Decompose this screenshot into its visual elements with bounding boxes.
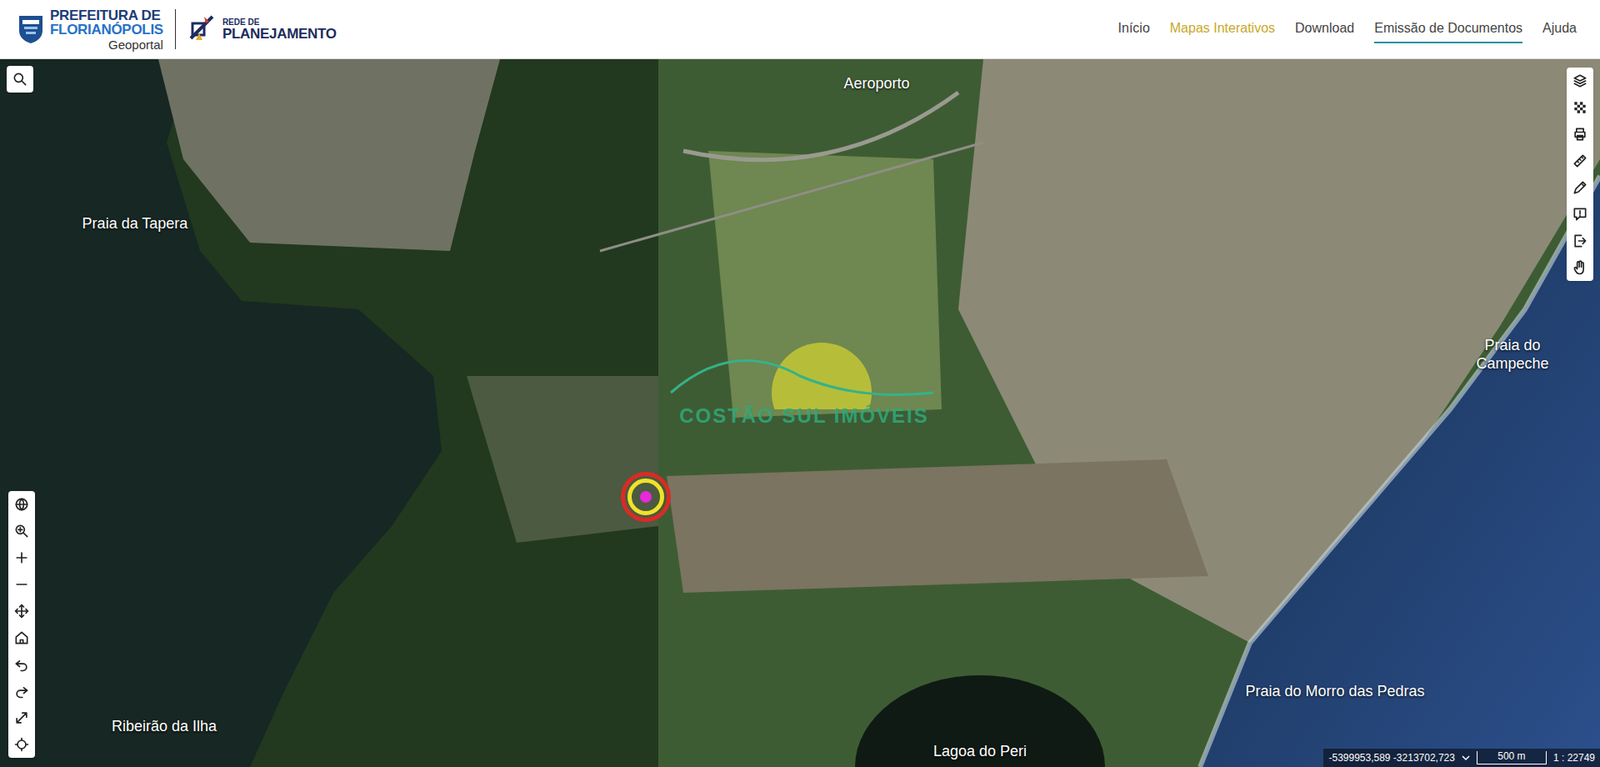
undo-icon xyxy=(13,655,30,673)
right-toolbar xyxy=(1566,67,1594,281)
location-marker[interactable] xyxy=(620,471,671,522)
prefeitura-text: PREFEITURA DEFLORIANÓPOLISGeoportal xyxy=(50,8,164,51)
caret-down-icon xyxy=(1461,754,1470,761)
pan-icon xyxy=(13,602,30,620)
rede-logo[interactable]: REDE DEPLANEJAMENTO xyxy=(187,13,337,45)
layers-button[interactable] xyxy=(1566,67,1594,95)
satellite-imagery xyxy=(0,59,1600,767)
place-label: Aeroporto xyxy=(843,75,910,94)
place-label: Lagoa do Peri xyxy=(933,742,1027,761)
refresh-icon xyxy=(13,735,30,753)
nav-link[interactable]: Mapas Interativos xyxy=(1170,15,1275,44)
expand-icon xyxy=(13,709,30,726)
globe-button[interactable] xyxy=(8,490,35,518)
print-button[interactable] xyxy=(1566,120,1594,148)
search-button[interactable] xyxy=(6,65,34,93)
map[interactable]: Aeroporto Praia da Tapera Praia do Campech… xyxy=(0,59,1600,767)
logo-line: FLORIANÓPOLIS xyxy=(50,22,164,37)
ruler-button[interactable] xyxy=(1566,147,1594,175)
globe-icon xyxy=(13,495,30,513)
zoom-out-icon xyxy=(13,575,30,593)
nav-link[interactable]: Início xyxy=(1118,15,1150,44)
hand-button[interactable] xyxy=(1566,254,1594,281)
rede-small: REDE DE xyxy=(222,18,337,27)
ruler-icon xyxy=(1571,152,1589,170)
place-label: Praia do Morro das Pedras xyxy=(1245,682,1425,701)
left-toolbar xyxy=(8,490,35,758)
home-button[interactable] xyxy=(8,624,35,651)
expand-button[interactable] xyxy=(8,704,35,731)
watermark: COSTÃO SUL IMÓVEIS xyxy=(666,342,942,435)
info-icon xyxy=(1571,205,1589,223)
brand: PREFEITURA DEFLORIANÓPOLISGeoportal REDE … xyxy=(16,8,337,51)
prefeitura-logo[interactable]: PREFEITURA DEFLORIANÓPOLISGeoportal xyxy=(16,8,164,51)
print-icon xyxy=(1571,125,1589,143)
home-icon xyxy=(13,629,30,646)
nav-link[interactable]: Download xyxy=(1295,15,1355,44)
zoom-box-button[interactable] xyxy=(8,517,35,545)
coordinates: -5399953,589 -3213702,723 xyxy=(1328,750,1455,765)
scale-ratio: 1 : 22749 xyxy=(1553,750,1595,765)
rede-icon xyxy=(187,13,220,45)
zoom-out-button[interactable] xyxy=(8,570,35,598)
pencil-button[interactable] xyxy=(1566,174,1594,201)
nav-link[interactable]: Emissão de Documentos xyxy=(1374,15,1523,44)
marker-ring xyxy=(627,478,665,515)
pencil-icon xyxy=(1571,179,1589,196)
marker-dot xyxy=(640,490,652,503)
logo-subtitle: Geoportal xyxy=(108,38,164,51)
zoom-box-icon xyxy=(13,522,30,540)
hand-icon xyxy=(1571,259,1589,276)
scale-bar: 500 m xyxy=(1476,750,1547,764)
layers-icon xyxy=(1571,72,1589,90)
redo-icon xyxy=(13,682,30,700)
grid-icon xyxy=(1571,99,1589,116)
place-label: Praia do Campeche xyxy=(1458,336,1567,373)
pan-button[interactable] xyxy=(8,597,35,625)
rede-text: REDE DEPLANEJAMENTO xyxy=(222,18,337,41)
export-icon xyxy=(1571,232,1589,250)
shield-icon xyxy=(16,13,45,45)
projection-dropdown[interactable] xyxy=(1461,754,1470,761)
watermark-logo-icon xyxy=(666,342,942,410)
status-bar: -5399953,589 -3213702,723 500 m 1 : 22749 xyxy=(1323,748,1600,767)
refresh-button[interactable] xyxy=(8,730,35,758)
export-button[interactable] xyxy=(1566,227,1594,255)
divider xyxy=(175,9,176,50)
main-nav: Início Mapas Interativos Download Emissão d… xyxy=(1118,15,1584,44)
logo-line: PREFEITURA DE xyxy=(50,8,164,23)
search-icon xyxy=(11,70,29,88)
place-label: Praia da Tapera xyxy=(82,215,189,234)
scale-bar-label: 500 m xyxy=(1497,750,1525,762)
info-button[interactable] xyxy=(1566,200,1594,228)
search-tool xyxy=(6,65,34,93)
place-label: Ribeirão da Ilha xyxy=(111,717,217,736)
zoom-in-icon xyxy=(13,549,30,566)
nav-link[interactable]: Ajuda xyxy=(1542,15,1577,44)
header: PREFEITURA DEFLORIANÓPOLISGeoportal REDE … xyxy=(0,0,1600,60)
undo-button[interactable] xyxy=(8,650,35,678)
grid-button[interactable] xyxy=(1566,94,1594,121)
watermark-text: COSTÃO SUL IMÓVEIS xyxy=(666,400,942,431)
redo-button[interactable] xyxy=(8,677,35,705)
rede-big: PLANEJAMENTO xyxy=(222,26,337,41)
zoom-in-button[interactable] xyxy=(8,544,35,571)
